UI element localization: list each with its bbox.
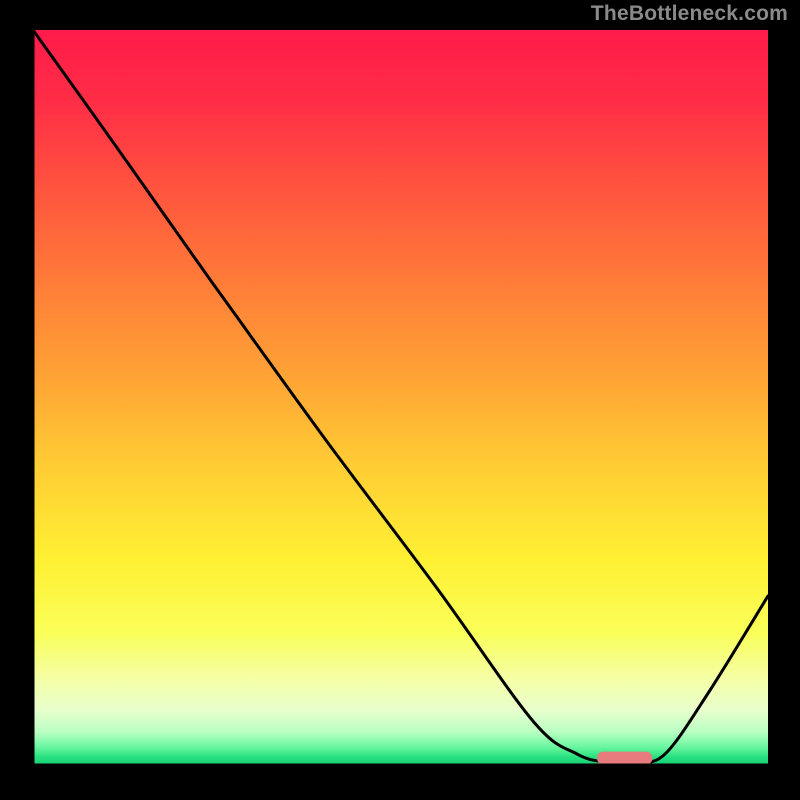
minimum-marker xyxy=(597,752,652,765)
bottleneck-chart xyxy=(0,0,800,800)
chart-frame: { "watermark": "TheBottleneck.com", "col… xyxy=(0,0,800,800)
plot-background-gradient xyxy=(33,30,768,765)
